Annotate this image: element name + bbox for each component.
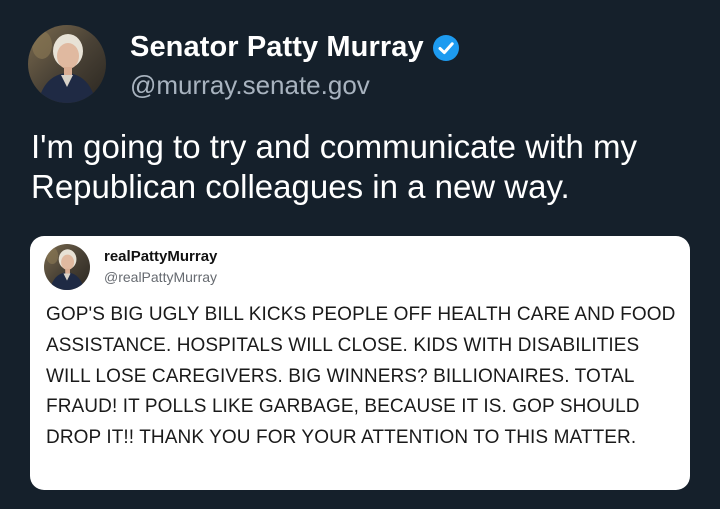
quoted-author-info: realPattyMurray @realPattyMurray xyxy=(104,247,217,287)
author-handle[interactable]: @murray.senate.gov xyxy=(130,70,460,101)
quoted-post-header: realPattyMurray @realPattyMurray xyxy=(44,244,217,290)
post-header: Senator Patty Murray @murray.senate.gov xyxy=(28,25,460,103)
verified-badge-icon xyxy=(432,34,460,62)
author-name[interactable]: Senator Patty Murray xyxy=(130,31,424,64)
avatar[interactable] xyxy=(28,25,106,103)
quoted-avatar[interactable] xyxy=(44,244,90,290)
quoted-post-card[interactable]: realPattyMurray @realPattyMurray GOP'S B… xyxy=(30,236,690,490)
quoted-avatar-image xyxy=(44,244,90,290)
quoted-post-text: GOP'S BIG UGLY BILL KICKS PEOPLE OFF HEA… xyxy=(46,304,676,449)
avatar-image xyxy=(28,25,106,103)
author-name-row: Senator Patty Murray xyxy=(130,28,460,68)
quoted-author-handle[interactable]: @realPattyMurray xyxy=(104,268,217,287)
post-text: I'm going to try and communicate with my… xyxy=(31,128,638,205)
quoted-author-name[interactable]: realPattyMurray xyxy=(104,247,217,266)
author-info: Senator Patty Murray @murray.senate.gov xyxy=(130,28,460,101)
post: Senator Patty Murray @murray.senate.gov … xyxy=(0,0,720,509)
